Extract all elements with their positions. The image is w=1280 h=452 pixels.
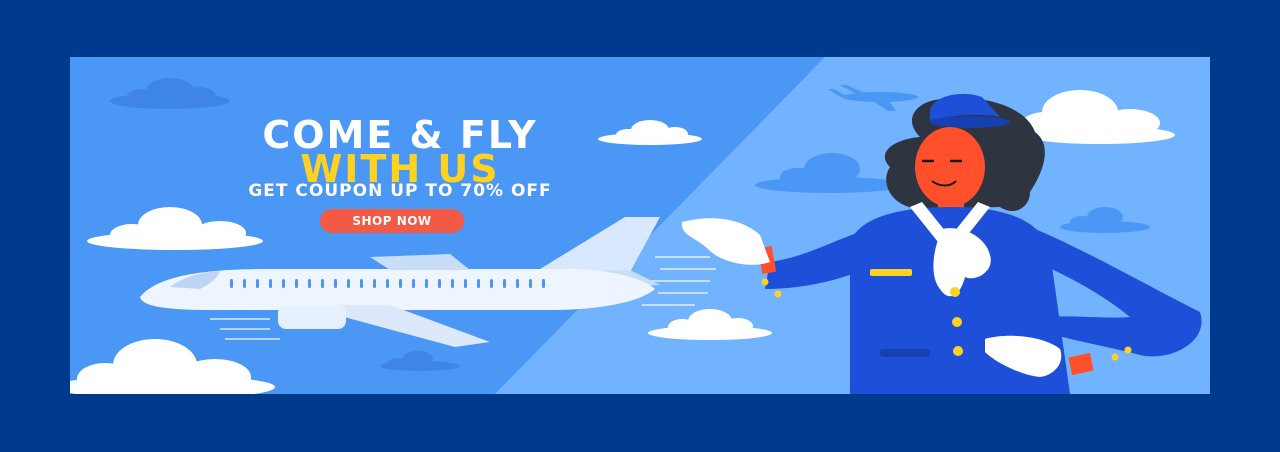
banner-background (70, 57, 1210, 394)
coupon-subheadline: GET COUPON UP TO 70% OFF (248, 181, 552, 201)
cloud-icon (380, 351, 460, 371)
cloud-icon (110, 78, 230, 109)
shop-now-button[interactable]: SHOP NOW (320, 209, 464, 233)
promo-banner: COME & FLY WITH US GET COUPON UP TO 70% … (70, 57, 1210, 394)
cloud-icon (70, 339, 275, 394)
cloud-icon (87, 207, 263, 250)
